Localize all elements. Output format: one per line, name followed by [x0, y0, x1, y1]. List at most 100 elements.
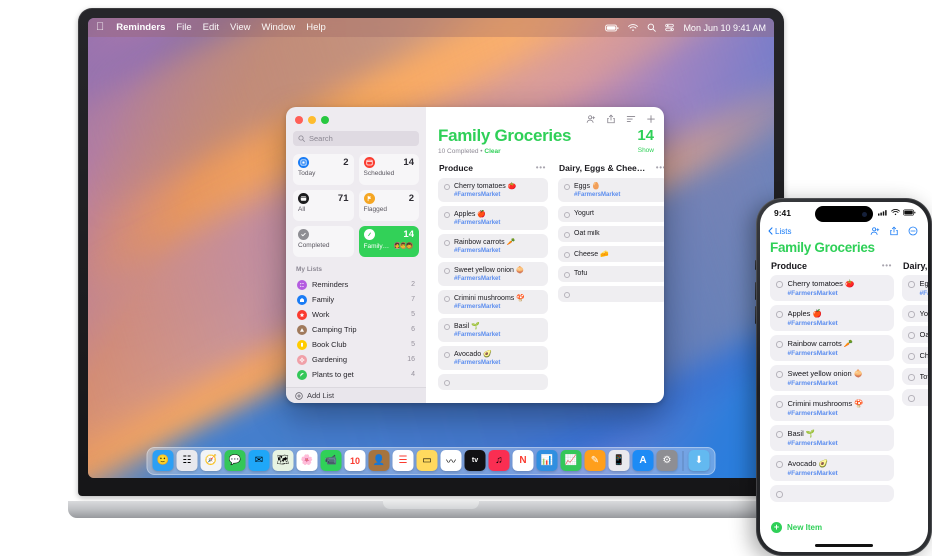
reminder-item[interactable]: Tofu [558, 266, 664, 282]
reminder-item[interactable]: Tofu [902, 368, 928, 385]
reminder-item[interactable]: Apples 🍎 #FarmersMarket [770, 305, 894, 331]
battery-icon[interactable] [605, 24, 619, 32]
reminder-tag[interactable]: #FarmersMarket [788, 410, 889, 417]
reminder-tag[interactable]: #FarmersMarket [454, 220, 542, 226]
reminder-item[interactable]: Yog [902, 305, 928, 322]
reminder-item[interactable]: Eggs 🥚 #FarmersMarket [558, 178, 664, 202]
complete-circle-icon[interactable] [564, 212, 570, 218]
sidebar-item-book-club[interactable]: Book Club 5 [293, 337, 419, 352]
complete-circle-icon[interactable] [776, 341, 783, 348]
share-icon[interactable] [606, 114, 616, 124]
close-button[interactable] [295, 116, 303, 124]
complete-circle-icon[interactable] [564, 232, 570, 238]
sidebar-item-reminders[interactable]: Reminders 2 [293, 277, 419, 292]
reminder-item[interactable]: Oat [902, 326, 928, 343]
dock-item-messages[interactable]: 💬 [224, 450, 246, 471]
reminder-item[interactable]: Rainbow carrots 🥕 #FarmersMarket [770, 335, 894, 361]
back-to-lists-button[interactable]: Lists [768, 227, 791, 236]
minimize-button[interactable] [308, 116, 316, 124]
reminder-item[interactable]: Cherry tomatoes 🍅 #FarmersMarket [438, 178, 548, 202]
dock-item-mail[interactable]: ✉ [248, 450, 270, 471]
reminder-tag[interactable]: #FarmersMarket [454, 248, 542, 254]
dock-item-system-settings[interactable]: ⚙ [656, 450, 678, 471]
dock-item-freeform[interactable]: 〰 [440, 450, 462, 471]
reminder-item[interactable]: Apples 🍎 #FarmersMarket [438, 206, 548, 230]
dock-item-app-store[interactable]: A [632, 450, 654, 471]
complete-circle-icon[interactable] [908, 311, 915, 318]
reminder-tag[interactable]: #FarmersMarket [454, 304, 542, 310]
smart-list-family-groceries[interactable]: 14 Family… 👩 👨 🧒 [358, 226, 419, 257]
reminder-tag[interactable]: #Fa [920, 290, 929, 297]
zoom-button[interactable] [321, 116, 329, 124]
complete-circle-icon[interactable] [444, 184, 450, 190]
show-completed-button[interactable]: Show [637, 147, 654, 154]
complete-circle-icon[interactable] [444, 268, 450, 274]
complete-circle-icon[interactable] [908, 353, 915, 360]
menu-item-window[interactable]: Window [261, 22, 295, 33]
add-people-icon[interactable] [586, 114, 596, 124]
smart-list-scheduled[interactable]: 14 Scheduled [358, 154, 419, 185]
menu-item-help[interactable]: Help [306, 22, 326, 33]
reminder-item[interactable]: Che [902, 347, 928, 364]
complete-circle-icon[interactable] [908, 395, 915, 402]
sidebar-item-camping-trip[interactable]: Camping Trip 6 [293, 322, 419, 337]
dock-item-iphone-mirroring[interactable]: 📱 [608, 450, 630, 471]
share-icon[interactable] [889, 226, 899, 236]
dock[interactable]: 🙂 ☷ 🧭 💬 ✉ 🗺 🌸 📹 10 👤 ☰ ▭ 〰 tv ♫ N 📊 📈 ✎ 📱 A ⚙ ⬇ [146, 447, 716, 475]
dock-item-facetime[interactable]: 📹 [320, 450, 342, 471]
complete-circle-icon[interactable] [444, 352, 450, 358]
menu-item-edit[interactable]: Edit [203, 22, 219, 33]
complete-circle-icon[interactable] [908, 281, 915, 288]
home-indicator[interactable] [815, 544, 873, 547]
apple-logo-icon[interactable]:  [96, 22, 104, 33]
more-options-icon[interactable] [908, 226, 918, 236]
search-icon[interactable] [647, 23, 657, 32]
smart-list-flagged[interactable]: 2 Flagged [358, 190, 419, 221]
new-reminder-row[interactable] [902, 389, 928, 406]
smart-list-completed[interactable]: Completed [293, 226, 354, 257]
new-reminder-row[interactable] [770, 485, 894, 502]
reminder-item[interactable]: Cheese 🧀 [558, 246, 664, 262]
dock-item-notes[interactable]: ▭ [416, 450, 438, 471]
complete-circle-icon[interactable] [564, 252, 570, 258]
menubar-clock[interactable]: Mon Jun 10 9:41 AM [683, 23, 766, 33]
dock-item-pages[interactable]: ✎ [584, 450, 606, 471]
add-people-icon[interactable] [870, 226, 880, 236]
complete-circle-icon[interactable] [444, 296, 450, 302]
complete-circle-icon[interactable] [564, 272, 570, 278]
complete-circle-icon[interactable] [776, 491, 783, 498]
reminder-item[interactable]: Sweet yellow onion 🧅 #FarmersMarket [770, 365, 894, 391]
reminder-item[interactable]: Basil 🌱 #FarmersMarket [438, 318, 548, 342]
reminder-tag[interactable]: #FarmersMarket [788, 290, 889, 297]
reminder-item[interactable]: Egg #Fa [902, 275, 928, 301]
wifi-icon[interactable] [628, 23, 639, 32]
complete-circle-icon[interactable] [908, 332, 915, 339]
reminder-item[interactable]: Basil 🌱 #FarmersMarket [770, 425, 894, 451]
menu-app-name[interactable]: Reminders [116, 22, 165, 33]
reminder-item[interactable]: Crimini mushrooms 🍄 #FarmersMarket [438, 290, 548, 314]
column-menu-icon[interactable]: ••• [656, 164, 664, 172]
complete-circle-icon[interactable] [908, 374, 915, 381]
reminder-tag[interactable]: #FarmersMarket [788, 350, 889, 357]
clear-button[interactable]: Clear [484, 148, 500, 155]
sidebar-item-gardening[interactable]: Gardening 16 [293, 352, 419, 367]
reminder-tag[interactable]: #FarmersMarket [788, 470, 889, 477]
reminder-tag[interactable]: #FarmersMarket [454, 276, 542, 282]
new-item-button[interactable]: + New Item [771, 522, 822, 533]
dock-item-news[interactable]: N [512, 450, 534, 471]
dock-item-finder[interactable]: 🙂 [152, 450, 174, 471]
reminder-tag[interactable]: #FarmersMarket [454, 332, 542, 338]
reminder-tag[interactable]: #FarmersMarket [574, 192, 662, 198]
dock-item-safari[interactable]: 🧭 [200, 450, 222, 471]
dock-item-contacts[interactable]: 👤 [368, 450, 390, 471]
reminder-tag[interactable]: #FarmersMarket [788, 380, 889, 387]
reminder-item[interactable]: Sweet yellow onion 🧅 #FarmersMarket [438, 262, 548, 286]
add-reminder-icon[interactable] [646, 114, 656, 124]
complete-circle-icon[interactable] [444, 324, 450, 330]
column-menu-icon[interactable]: ••• [536, 164, 546, 172]
dock-item-music[interactable]: ♫ [488, 450, 510, 471]
dock-item-numbers[interactable]: 📈 [560, 450, 582, 471]
complete-circle-icon[interactable] [564, 184, 570, 190]
new-reminder-row[interactable] [438, 374, 548, 390]
complete-circle-icon[interactable] [776, 281, 783, 288]
